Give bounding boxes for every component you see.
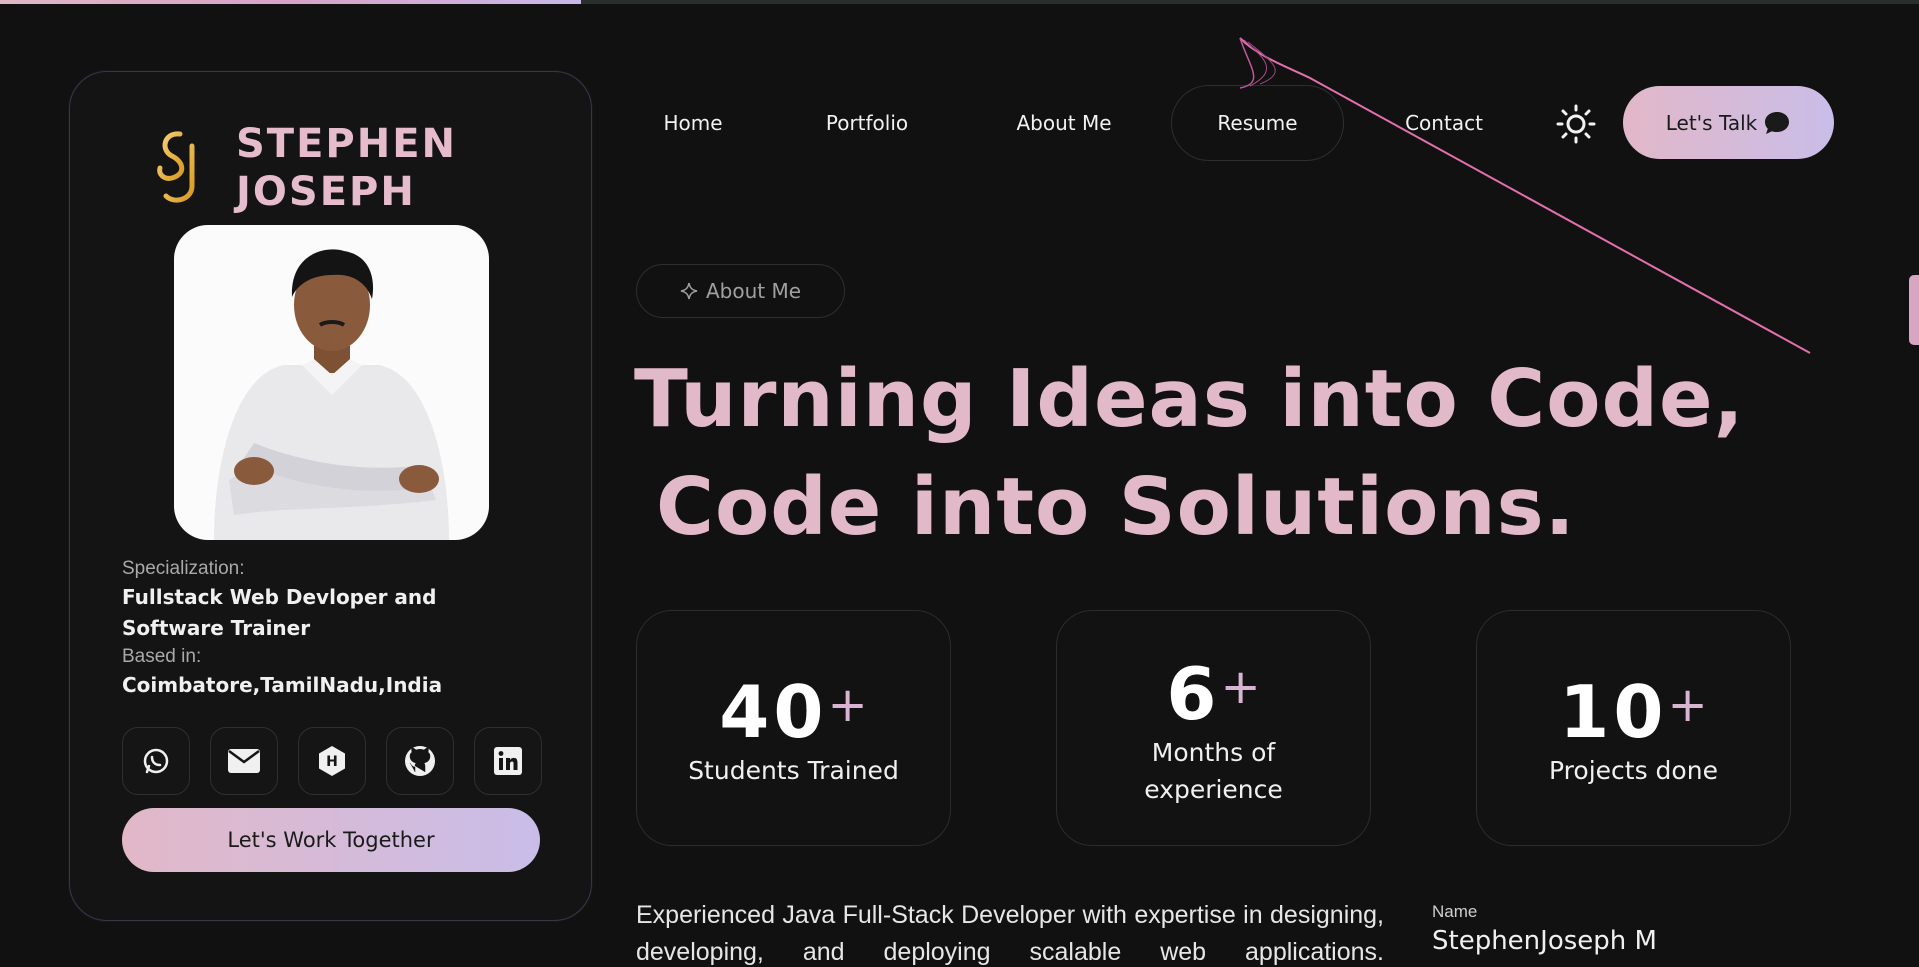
nav-about-me[interactable]: About Me bbox=[994, 85, 1134, 161]
stat-number: 40+ bbox=[719, 667, 867, 750]
profile-card: STEPHEN JOSEPH Specialization: Fullstack… bbox=[69, 71, 592, 921]
social-links: H bbox=[122, 727, 542, 795]
person-illustration bbox=[214, 249, 449, 540]
stat-value: 10 bbox=[1559, 670, 1668, 754]
github-link[interactable] bbox=[386, 727, 454, 795]
stat-number: 6+ bbox=[1166, 649, 1260, 732]
about-me-badge: About Me bbox=[636, 264, 845, 318]
avatar bbox=[174, 225, 489, 540]
about-description: Experienced Java Full-Stack Developer wi… bbox=[636, 901, 1384, 966]
stat-label: Students Trained bbox=[688, 756, 899, 785]
detail-name-value: StephenJoseph M bbox=[1432, 926, 1657, 956]
stat-suffix: + bbox=[1220, 658, 1261, 715]
lets-talk-button[interactable]: Let's Talk bbox=[1623, 86, 1834, 159]
stat-label: Months of experience bbox=[1144, 737, 1283, 804]
nav-resume[interactable]: Resume bbox=[1171, 85, 1344, 161]
stat-value: 6 bbox=[1166, 651, 1221, 736]
sparkle-icon bbox=[680, 282, 698, 300]
brand-name: STEPHEN JOSEPH bbox=[236, 120, 457, 216]
linkedin-link[interactable] bbox=[474, 727, 542, 795]
brand: STEPHEN JOSEPH bbox=[150, 120, 457, 216]
stat-suffix: + bbox=[827, 677, 868, 733]
decorative-pink-line bbox=[1239, 37, 1811, 354]
github-icon bbox=[405, 746, 435, 776]
email-link[interactable] bbox=[210, 727, 278, 795]
mail-icon bbox=[228, 749, 260, 773]
whatsapp-icon bbox=[143, 748, 169, 774]
based-in-label: Based in: bbox=[122, 646, 202, 667]
about-me-badge-label: About Me bbox=[705, 279, 802, 303]
chat-bubble-icon bbox=[1765, 111, 1790, 134]
lets-work-together-button[interactable]: Let's Work Together bbox=[122, 808, 540, 872]
svg-text:H: H bbox=[326, 754, 338, 770]
headline-line-1: Turning Ideas into Code, bbox=[634, 353, 1745, 445]
hashnode-icon: H bbox=[319, 746, 345, 776]
specialization-label: Specialization: bbox=[122, 558, 245, 579]
brand-last-name: JOSEPH bbox=[236, 169, 416, 215]
stat-card-projects: 10+ Projects done bbox=[1476, 610, 1791, 846]
hero-headline: Turning Ideas into Code, Code into Solut… bbox=[634, 345, 1834, 561]
stat-number: 10+ bbox=[1559, 667, 1707, 750]
whatsapp-link[interactable] bbox=[122, 727, 190, 795]
hashnode-link[interactable]: H bbox=[298, 727, 366, 795]
stat-label: Projects done bbox=[1549, 756, 1718, 785]
linkedin-icon bbox=[494, 747, 522, 775]
headline-line-2: Code into Solutions. bbox=[656, 461, 1576, 553]
profile-info: Specialization: Fullstack Web Devloper a… bbox=[122, 556, 542, 701]
sun-icon[interactable] bbox=[1556, 104, 1596, 144]
nav-contact[interactable]: Contact bbox=[1384, 85, 1504, 161]
stat-card-students: 40+ Students Trained bbox=[636, 610, 951, 846]
scroll-indicator-tab[interactable] bbox=[1909, 275, 1919, 345]
nav-portfolio[interactable]: Portfolio bbox=[800, 85, 934, 161]
brand-first-name: STEPHEN bbox=[236, 121, 458, 167]
scroll-progress-fill bbox=[0, 0, 582, 4]
lets-talk-label: Let's Talk bbox=[1665, 110, 1758, 135]
stat-suffix: + bbox=[1667, 677, 1708, 733]
stat-card-experience: 6+ Months of experience bbox=[1056, 610, 1371, 846]
specialization-value: Fullstack Web Devloper and Software Trai… bbox=[122, 585, 437, 640]
sj-monogram-logo bbox=[157, 131, 195, 203]
based-in-value: Coimbatore,TamilNadu,India bbox=[122, 673, 443, 697]
detail-name-label: Name bbox=[1432, 902, 1478, 921]
nav-home[interactable]: Home bbox=[640, 85, 746, 161]
scroll-progress-track bbox=[0, 0, 1919, 4]
stat-value: 40 bbox=[719, 670, 828, 754]
